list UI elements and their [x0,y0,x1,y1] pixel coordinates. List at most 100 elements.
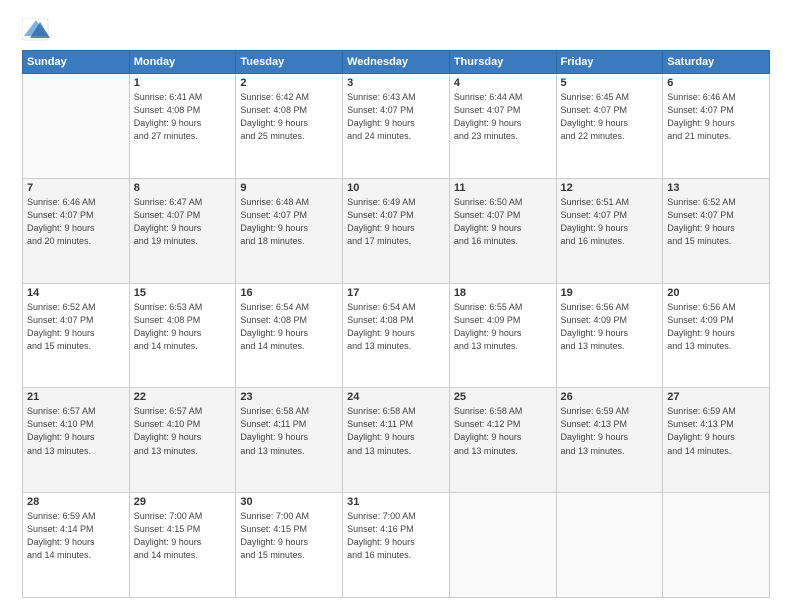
day-info: Sunrise: 6:51 AMSunset: 4:07 PMDaylight:… [561,196,659,248]
day-info: Sunrise: 6:52 AMSunset: 4:07 PMDaylight:… [667,196,765,248]
day-info: Sunrise: 6:42 AMSunset: 4:08 PMDaylight:… [240,91,338,143]
day-number: 16 [240,287,338,299]
logo-icon [22,18,50,42]
calendar-cell: 18 Sunrise: 6:55 AMSunset: 4:09 PMDayligh… [449,283,556,388]
day-number: 5 [561,77,659,89]
day-number: 1 [134,77,232,89]
day-number: 28 [27,496,125,508]
calendar-cell: 14 Sunrise: 6:52 AMSunset: 4:07 PMDayligh… [23,283,130,388]
day-info: Sunrise: 6:58 AMSunset: 4:11 PMDaylight:… [347,405,445,457]
calendar-week-4: 21Sunrise: 6:57 AMSunset: 4:10 PMDayligh… [23,388,770,493]
day-info: Sunrise: 7:00 AMSunset: 4:15 PMDaylight:… [240,510,338,562]
day-number: 31 [347,496,445,508]
calendar-header-wednesday: Wednesday [343,51,450,74]
day-number: 10 [347,182,445,194]
day-info: Sunrise: 6:54 AMSunset: 4:08 PMDaylight:… [347,301,445,353]
calendar-cell: 3 Sunrise: 6:43 AMSunset: 4:07 PMDaylight… [343,74,450,179]
day-info: Sunrise: 6:57 AMSunset: 4:10 PMDaylight:… [134,405,232,457]
calendar-week-3: 14 Sunrise: 6:52 AMSunset: 4:07 PMDayligh… [23,283,770,388]
day-number: 17 [347,287,445,299]
day-info: Sunrise: 6:56 AMSunset: 4:09 PMDaylight:… [667,301,765,353]
day-info: Sunrise: 6:57 AMSunset: 4:10 PMDaylight:… [27,405,125,457]
day-number: 14 [27,287,125,299]
page: SundayMondayTuesdayWednesdayThursdayFrid… [0,0,792,612]
day-info: Sunrise: 6:47 AMSunset: 4:07 PMDaylight:… [134,196,232,248]
day-info: Sunrise: 6:44 AMSunset: 4:07 PMDaylight:… [454,91,552,143]
day-number: 3 [347,77,445,89]
calendar-cell: 8 Sunrise: 6:47 AMSunset: 4:07 PMDaylight… [129,178,236,283]
day-info: Sunrise: 6:58 AMSunset: 4:11 PMDaylight:… [240,405,338,457]
day-number: 8 [134,182,232,194]
calendar-week-5: 28 Sunrise: 6:59 AMSunset: 4:14 PMDayligh… [23,493,770,598]
calendar-cell: 10 Sunrise: 6:49 AMSunset: 4:07 PMDayligh… [343,178,450,283]
calendar-cell: 31 Sunrise: 7:00 AMSunset: 4:16 PMDayligh… [343,493,450,598]
day-info: Sunrise: 7:00 AMSunset: 4:16 PMDaylight:… [347,510,445,562]
day-number: 30 [240,496,338,508]
calendar-cell: 27 Sunrise: 6:59 AMSunset: 4:13 PMDayligh… [663,388,770,493]
day-info: Sunrise: 6:59 AMSunset: 4:14 PMDaylight:… [27,510,125,562]
day-info: Sunrise: 6:53 AMSunset: 4:08 PMDaylight:… [134,301,232,353]
day-number: 2 [240,77,338,89]
calendar-cell: 28 Sunrise: 6:59 AMSunset: 4:14 PMDayligh… [23,493,130,598]
day-info: Sunrise: 6:58 AMSunset: 4:12 PMDaylight:… [454,405,552,457]
day-info: Sunrise: 7:00 AMSunset: 4:15 PMDaylight:… [134,510,232,562]
day-info: Sunrise: 6:52 AMSunset: 4:07 PMDaylight:… [27,301,125,353]
day-info: Sunrise: 6:45 AMSunset: 4:07 PMDaylight:… [561,91,659,143]
day-number: 22 [134,391,232,403]
calendar-week-2: 7 Sunrise: 6:46 AMSunset: 4:07 PMDaylight… [23,178,770,283]
calendar-cell: 12 Sunrise: 6:51 AMSunset: 4:07 PMDayligh… [556,178,663,283]
day-number: 23 [240,391,338,403]
calendar-cell: 24 Sunrise: 6:58 AMSunset: 4:11 PMDayligh… [343,388,450,493]
day-info: Sunrise: 6:48 AMSunset: 4:07 PMDaylight:… [240,196,338,248]
day-info: Sunrise: 6:55 AMSunset: 4:09 PMDaylight:… [454,301,552,353]
calendar-cell: 30 Sunrise: 7:00 AMSunset: 4:15 PMDayligh… [236,493,343,598]
day-number: 6 [667,77,765,89]
calendar-cell: 9 Sunrise: 6:48 AMSunset: 4:07 PMDaylight… [236,178,343,283]
calendar-cell [449,493,556,598]
day-number: 26 [561,391,659,403]
day-number: 24 [347,391,445,403]
day-number: 27 [667,391,765,403]
calendar-cell [663,493,770,598]
calendar-table: SundayMondayTuesdayWednesdayThursdayFrid… [22,50,770,598]
day-info: Sunrise: 6:56 AMSunset: 4:09 PMDaylight:… [561,301,659,353]
calendar-cell [556,493,663,598]
day-number: 20 [667,287,765,299]
calendar-cell: 16 Sunrise: 6:54 AMSunset: 4:08 PMDayligh… [236,283,343,388]
calendar-cell: 11Sunrise: 6:50 AMSunset: 4:07 PMDayligh… [449,178,556,283]
calendar-cell: 5 Sunrise: 6:45 AMSunset: 4:07 PMDaylight… [556,74,663,179]
day-info: Sunrise: 6:41 AMSunset: 4:08 PMDaylight:… [134,91,232,143]
calendar-cell: 21Sunrise: 6:57 AMSunset: 4:10 PMDayligh… [23,388,130,493]
calendar-cell: 2 Sunrise: 6:42 AMSunset: 4:08 PMDaylight… [236,74,343,179]
calendar-cell: 19 Sunrise: 6:56 AMSunset: 4:09 PMDayligh… [556,283,663,388]
day-number: 12 [561,182,659,194]
day-number: 25 [454,391,552,403]
calendar-cell: 25 Sunrise: 6:58 AMSunset: 4:12 PMDayligh… [449,388,556,493]
calendar-cell: 15 Sunrise: 6:53 AMSunset: 4:08 PMDayligh… [129,283,236,388]
day-number: 15 [134,287,232,299]
calendar-cell: 26Sunrise: 6:59 AMSunset: 4:13 PMDayligh… [556,388,663,493]
day-info: Sunrise: 6:46 AMSunset: 4:07 PMDaylight:… [27,196,125,248]
day-number: 11 [454,182,552,194]
calendar-header-sunday: Sunday [23,51,130,74]
day-info: Sunrise: 6:49 AMSunset: 4:07 PMDaylight:… [347,196,445,248]
day-number: 13 [667,182,765,194]
calendar-cell: 17 Sunrise: 6:54 AMSunset: 4:08 PMDayligh… [343,283,450,388]
day-number: 18 [454,287,552,299]
day-info: Sunrise: 6:54 AMSunset: 4:08 PMDaylight:… [240,301,338,353]
calendar-cell: 1 Sunrise: 6:41 AMSunset: 4:08 PMDaylight… [129,74,236,179]
day-number: 9 [240,182,338,194]
calendar-cell: 23 Sunrise: 6:58 AMSunset: 4:11 PMDayligh… [236,388,343,493]
calendar-header-saturday: Saturday [663,51,770,74]
calendar-header-friday: Friday [556,51,663,74]
calendar-header-thursday: Thursday [449,51,556,74]
logo [22,18,54,42]
day-number: 29 [134,496,232,508]
day-info: Sunrise: 6:46 AMSunset: 4:07 PMDaylight:… [667,91,765,143]
day-number: 7 [27,182,125,194]
calendar-cell: 20 Sunrise: 6:56 AMSunset: 4:09 PMDayligh… [663,283,770,388]
calendar-cell: 22 Sunrise: 6:57 AMSunset: 4:10 PMDayligh… [129,388,236,493]
day-number: 19 [561,287,659,299]
day-info: Sunrise: 6:43 AMSunset: 4:07 PMDaylight:… [347,91,445,143]
day-info: Sunrise: 6:59 AMSunset: 4:13 PMDaylight:… [667,405,765,457]
